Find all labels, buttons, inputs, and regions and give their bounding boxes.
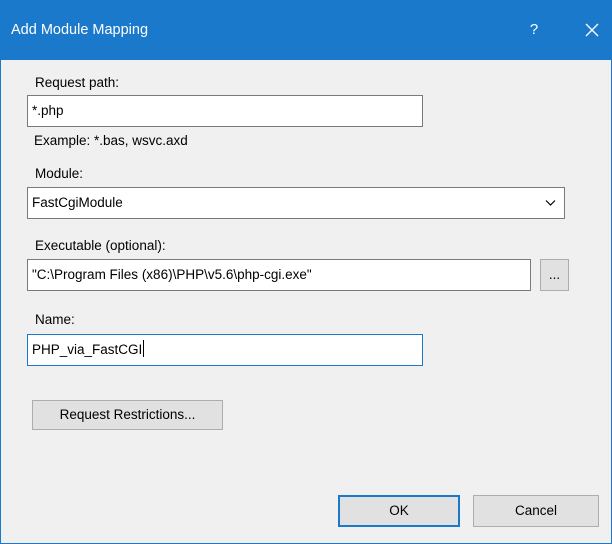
help-button[interactable]: ?	[521, 16, 547, 44]
module-selected-value: FastCgiModule	[32, 195, 123, 210]
name-label: Name:	[35, 312, 75, 327]
close-button[interactable]	[577, 16, 607, 44]
executable-value: "C:\Program Files (x86)\PHP\v5.6\php-cgi…	[32, 267, 312, 282]
chevron-down-icon	[545, 200, 556, 206]
module-select[interactable]: FastCgiModule	[27, 187, 565, 219]
request-path-input[interactable]: *.php	[27, 95, 423, 127]
close-icon	[585, 23, 599, 37]
text-caret	[143, 340, 145, 357]
ok-button[interactable]: OK	[338, 495, 460, 527]
cancel-button[interactable]: Cancel	[473, 495, 599, 527]
name-value: PHP_via_FastCGI	[32, 342, 143, 357]
dialog-title: Add Module Mapping	[11, 22, 149, 38]
title-bar: Add Module Mapping ?	[1, 0, 612, 60]
request-path-example: Example: *.bas, wsvc.axd	[34, 133, 188, 148]
request-path-label: Request path:	[35, 75, 120, 90]
request-restrictions-button[interactable]: Request Restrictions...	[32, 400, 223, 430]
request-path-value: *.php	[32, 103, 64, 118]
executable-input[interactable]: "C:\Program Files (x86)\PHP\v5.6\php-cgi…	[27, 259, 531, 291]
executable-label: Executable (optional):	[35, 238, 166, 253]
name-input[interactable]: PHP_via_FastCGI	[27, 334, 423, 366]
module-label: Module:	[35, 166, 84, 181]
browse-button[interactable]: ...	[540, 259, 569, 291]
add-module-mapping-dialog: Add Module Mapping ? Request path: *.php…	[0, 0, 612, 544]
